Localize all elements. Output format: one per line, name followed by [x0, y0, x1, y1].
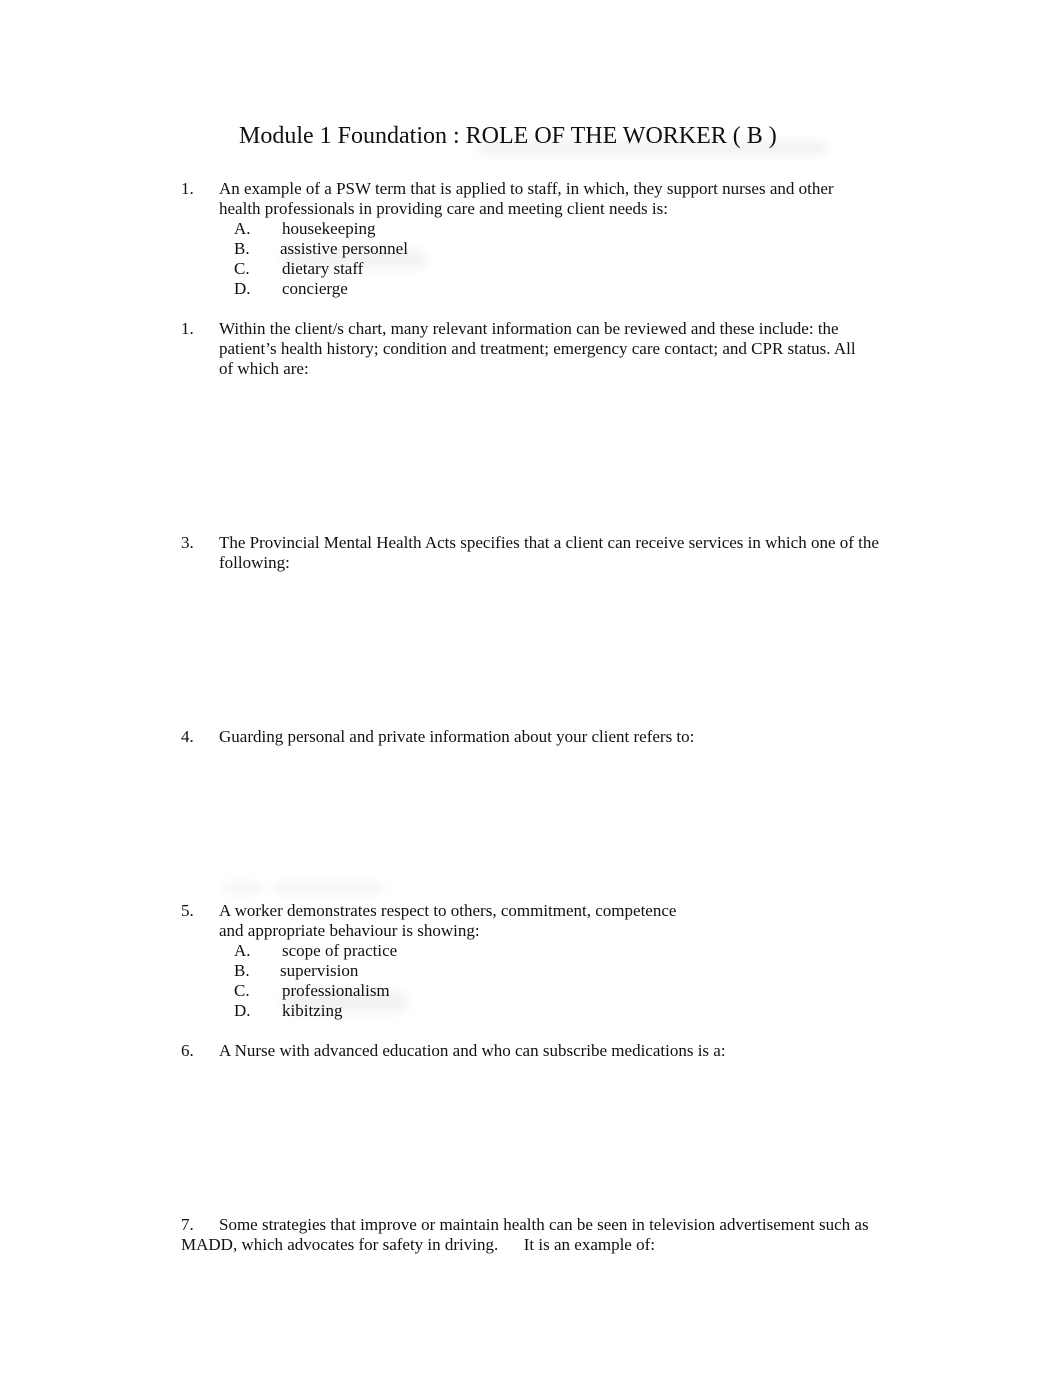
redaction-smudge: [282, 250, 427, 268]
option-letter: B.: [234, 239, 250, 258]
question-text: A worker demonstrates respect to others,…: [219, 901, 677, 940]
question-text: Guarding personal and private informatio…: [219, 727, 695, 746]
question-7: 7. Some strategies that improve or mainta…: [181, 1215, 871, 1255]
option-letter: C.: [234, 981, 250, 1000]
option-letter: A.: [234, 219, 251, 238]
option-letter: D.: [234, 279, 251, 298]
option-d: D. concierge: [234, 279, 881, 299]
question-text: The Provincial Mental Health Acts specif…: [219, 533, 879, 572]
question-number: 1.: [181, 319, 194, 338]
question-3: 3. The Provincial Mental Health Acts spe…: [181, 533, 881, 573]
redaction-smudge: [478, 142, 828, 154]
question-text: An example of a PSW term that is applied…: [219, 179, 834, 218]
option-text: supervision: [280, 961, 359, 980]
question-number: 4.: [181, 727, 194, 746]
question-number: 1.: [181, 179, 194, 198]
question-6: 6. A Nurse with advanced education and w…: [181, 1041, 881, 1061]
question-2: 1. Within the client/s chart, many relev…: [181, 319, 881, 379]
option-text: housekeeping: [282, 219, 376, 238]
option-a: A. housekeeping: [234, 219, 881, 239]
question-number: 5.: [181, 901, 194, 920]
question-number: 7.: [181, 1215, 194, 1234]
question-text: Within the client/s chart, many relevant…: [219, 319, 856, 378]
option-letter: A.: [234, 941, 251, 960]
question-text: Some strategies that improve or maintain…: [181, 1215, 873, 1254]
redaction-smudge: [222, 884, 262, 892]
option-text: concierge: [282, 279, 348, 298]
option-a: A. scope of practice: [234, 941, 881, 961]
redaction-smudge: [282, 992, 407, 1012]
option-letter: C.: [234, 259, 250, 278]
question-text: A Nurse with advanced education and who …: [219, 1041, 726, 1060]
option-text: scope of practice: [282, 941, 398, 960]
option-letter: B.: [234, 961, 250, 980]
option-letter: D.: [234, 1001, 251, 1020]
question-body: 7. Some strategies that improve or mainta…: [181, 1215, 871, 1255]
redaction-smudge: [272, 884, 384, 892]
question-number: 6.: [181, 1041, 194, 1060]
question-number: 3.: [181, 533, 194, 552]
question-1: 1. An example of a PSW term that is appl…: [181, 179, 881, 299]
question-4: 4. Guarding personal and private informa…: [181, 727, 881, 747]
option-b: B. supervision: [234, 961, 881, 981]
